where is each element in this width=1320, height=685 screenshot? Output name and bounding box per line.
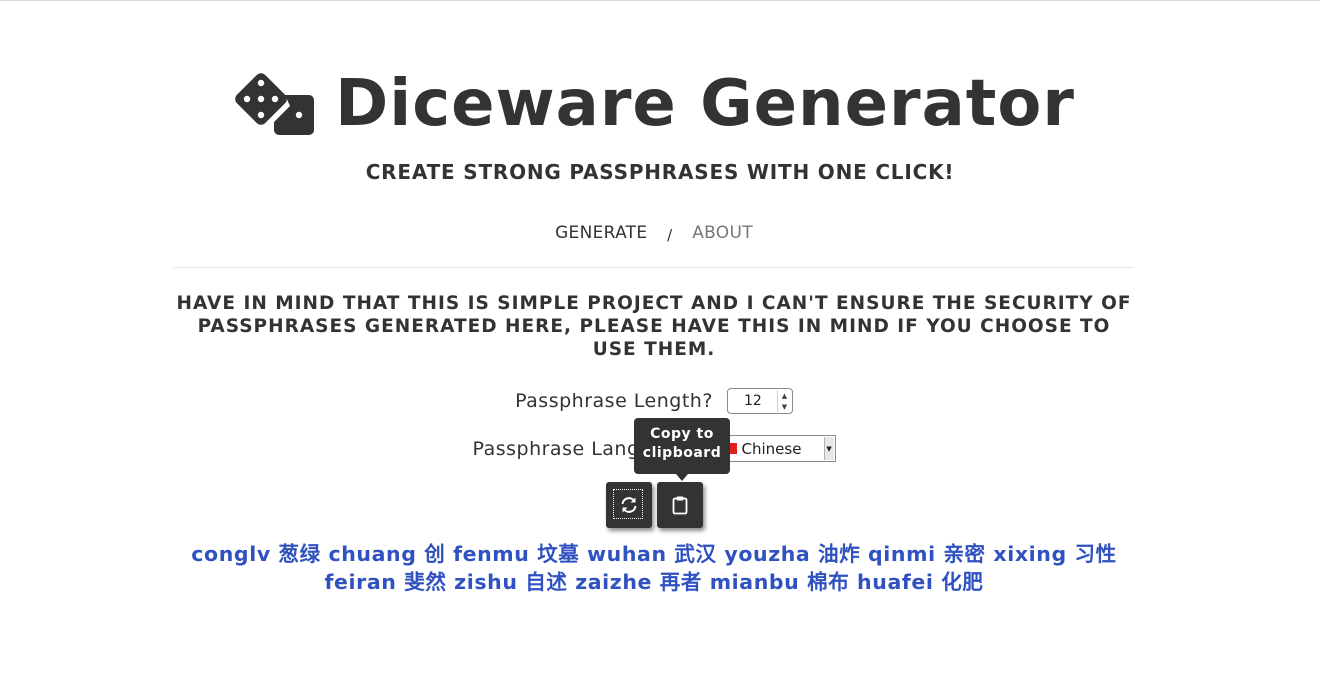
- nav-generate[interactable]: GENERATE: [555, 223, 647, 243]
- regenerate-button[interactable]: [606, 482, 652, 528]
- copy-tooltip: Copy to clipboard: [634, 418, 730, 481]
- spin-up-icon[interactable]: ▲: [782, 392, 787, 400]
- page-title: Diceware Generator: [335, 67, 1075, 141]
- spin-down-icon[interactable]: ▼: [782, 403, 787, 411]
- page-subtitle: CREATE STRONG PASSPHRASES WITH ONE CLICK…: [365, 160, 955, 184]
- language-selected: Chinese: [741, 439, 802, 458]
- main-nav: GENERATE / ABOUT: [0, 223, 1308, 244]
- language-select[interactable]: Chinese ▼: [727, 435, 836, 462]
- length-input[interactable]: 12 ▲ ▼: [726, 388, 793, 414]
- top-border: [0, 0, 1320, 1]
- clipboard-icon: [672, 496, 688, 515]
- length-value: 12: [744, 393, 762, 409]
- copy-button[interactable]: [657, 482, 703, 528]
- nav-divider: [174, 267, 1134, 268]
- tooltip-line-2: clipboard: [642, 445, 722, 461]
- nav-about[interactable]: ABOUT: [692, 223, 753, 243]
- passphrase-output: conglv 葱绿 chuang 创 fenmu 坟墓 wuhan 武汉 you…: [174, 540, 1134, 596]
- passphrase-line-1: conglv 葱绿 chuang 创 fenmu 坟墓 wuhan 武汉 you…: [191, 542, 1117, 566]
- tooltip-line-1: Copy to: [650, 426, 714, 442]
- nav-separator: /: [667, 226, 673, 244]
- length-spinner[interactable]: ▲ ▼: [776, 390, 791, 412]
- header: Diceware Generator: [0, 62, 1320, 146]
- focus-ring: [613, 489, 643, 519]
- warning-notice: HAVE IN MIND THAT THIS IS SIMPLE PROJECT…: [176, 293, 1132, 360]
- chevron-down-icon[interactable]: ▼: [823, 437, 834, 460]
- dice-icon: [235, 73, 315, 135]
- language-label: Passphrase Lang: [472, 437, 640, 460]
- passphrase-line-2: feiran 斐然 zishu 自述 zaizhe 再者 mianbu 棉布 h…: [324, 570, 984, 594]
- length-label: Passphrase Length?: [515, 390, 713, 412]
- length-row: Passphrase Length? 12 ▲ ▼: [0, 388, 1308, 414]
